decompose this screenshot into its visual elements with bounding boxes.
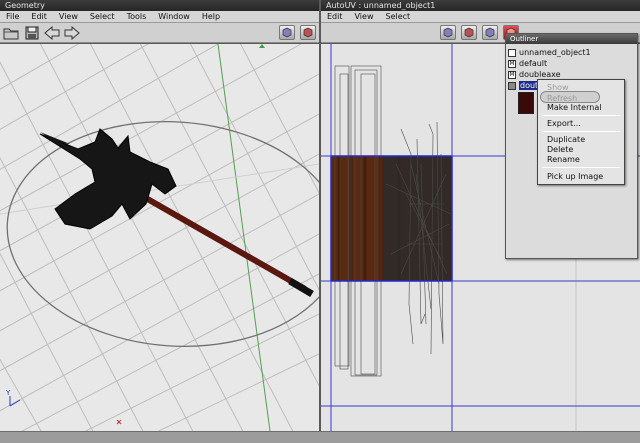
menu-select[interactable]: Select	[84, 11, 121, 23]
view-cube-red-button[interactable]	[300, 25, 316, 40]
material-icon: M	[508, 70, 516, 79]
menu-tools[interactable]: Tools	[121, 11, 153, 23]
menu-view[interactable]: View	[349, 11, 380, 23]
view-cube-icon	[485, 27, 495, 38]
menu-item-show[interactable]: Show	[547, 83, 569, 92]
menu-edit[interactable]: Edit	[321, 11, 349, 23]
material-icon: M	[508, 59, 516, 68]
view-cube-red-button[interactable]	[461, 25, 477, 40]
view-cube-button[interactable]	[440, 25, 456, 40]
save-disk-icon	[25, 26, 39, 39]
back-button[interactable]	[44, 25, 60, 40]
axe-handle	[128, 186, 307, 292]
menu-view[interactable]: View	[53, 11, 84, 23]
outliner-title: Outliner	[506, 34, 637, 44]
texture-thumbnail	[518, 92, 534, 114]
menu-item-pick-up-image[interactable]: Pick up Image	[547, 172, 603, 181]
view-cube-icon	[282, 27, 292, 38]
menu-item-rename[interactable]: Rename	[547, 155, 580, 164]
image-icon	[508, 81, 516, 90]
menu-separator	[542, 115, 620, 116]
geometry-toolbar	[0, 23, 319, 43]
outliner-item-object[interactable]: unnamed_object1	[508, 47, 591, 58]
menu-item-make-internal[interactable]: Make Internal	[547, 103, 601, 112]
y-axis-marker-icon	[259, 44, 265, 48]
outliner-item-image[interactable]: dout	[508, 80, 540, 91]
back-arrow-icon	[44, 25, 60, 40]
menu-item-delete[interactable]: Delete	[547, 145, 573, 154]
perspective-grid	[0, 44, 319, 431]
view-cube-icon	[443, 27, 453, 38]
x-axis-marker-icon	[116, 419, 122, 425]
view-cube-button[interactable]	[482, 25, 498, 40]
view-cube-button[interactable]	[279, 25, 295, 40]
menu-separator	[542, 167, 620, 168]
object-icon	[508, 48, 516, 57]
svg-text:Y: Y	[5, 389, 11, 397]
view-cube-red-icon	[303, 27, 313, 38]
y-axis-line	[217, 44, 271, 431]
menu-window[interactable]: Window	[152, 11, 196, 23]
forward-arrow-icon	[64, 25, 80, 40]
open-folder-icon	[3, 28, 19, 39]
open-folder-button[interactable]	[3, 25, 19, 40]
geometry-window-title: Geometry	[0, 0, 319, 11]
context-menu: Show Refresh Make Internal Export... Dup…	[537, 79, 625, 185]
geometry-window: Geometry File Edit View Select Tools Win…	[0, 0, 319, 431]
view-cube-red-icon	[464, 27, 474, 38]
geometry-viewport[interactable]: Y	[0, 44, 319, 431]
outliner-item-label: unnamed_object1	[519, 48, 591, 57]
rotate-gizmo-circle[interactable]	[0, 111, 319, 358]
menu-separator	[542, 131, 620, 132]
autouv-window-title: AutoUV : unnamed_object1	[321, 0, 640, 11]
axe-head	[39, 128, 177, 230]
outliner-item-default[interactable]: M default	[508, 58, 547, 69]
viewport-3d-scene: Y	[0, 44, 319, 431]
menu-file[interactable]: File	[0, 11, 25, 23]
outliner-item-label: default	[519, 59, 548, 68]
autouv-menubar: Edit View Select	[321, 11, 640, 23]
menu-help[interactable]: Help	[196, 11, 226, 23]
save-button[interactable]	[24, 25, 40, 40]
forward-button[interactable]	[64, 25, 80, 40]
menu-item-export[interactable]: Export...	[547, 119, 581, 128]
menu-item-duplicate[interactable]: Duplicate	[547, 135, 585, 144]
menu-item-refresh[interactable]: Refresh	[547, 94, 577, 103]
menu-select[interactable]: Select	[379, 11, 416, 23]
outliner-item-label: doubleaxe	[519, 70, 561, 79]
status-bar	[0, 431, 640, 443]
menu-edit[interactable]: Edit	[25, 11, 53, 23]
geometry-menubar: File Edit View Select Tools Window Help	[0, 11, 319, 23]
